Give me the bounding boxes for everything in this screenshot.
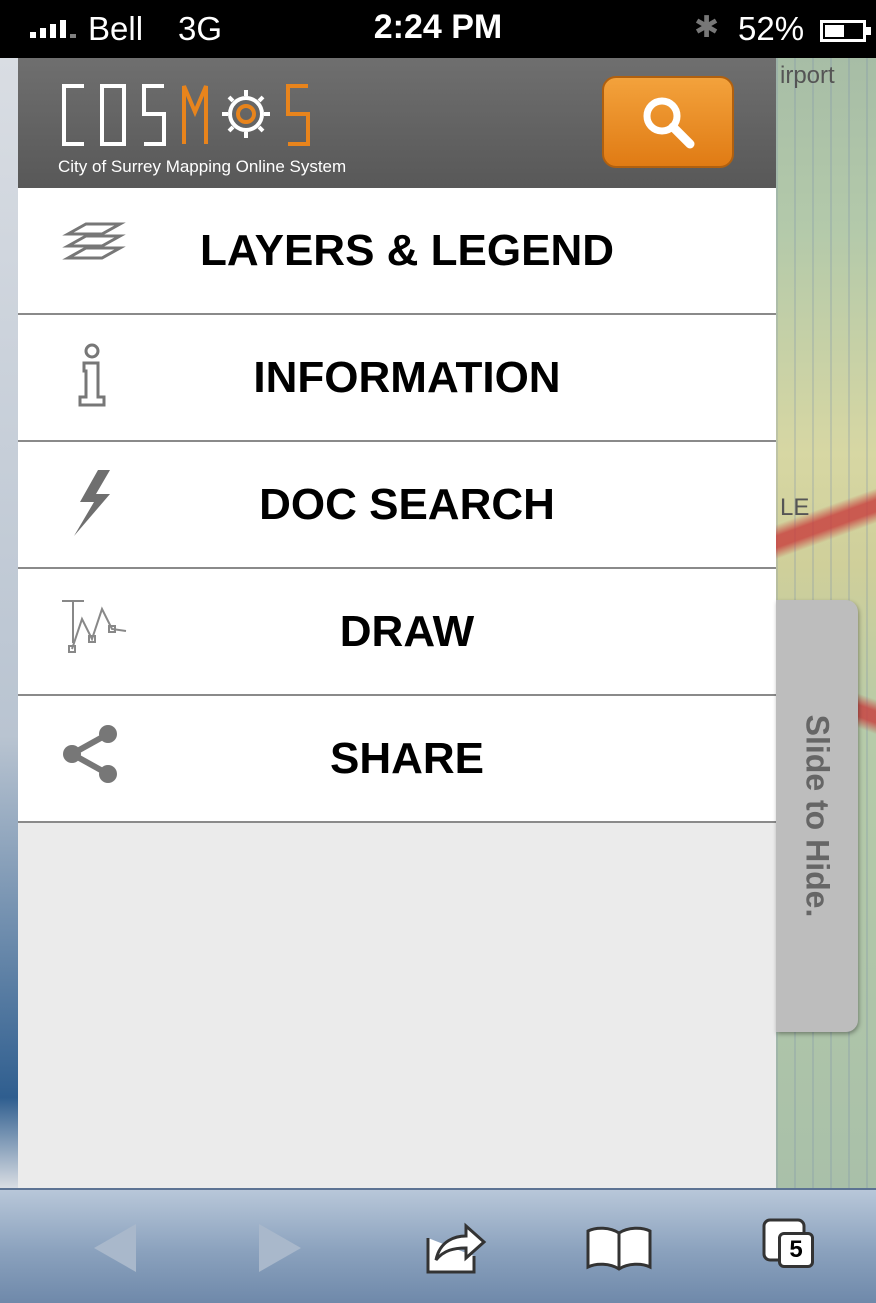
battery-percent: 52% [738, 10, 805, 47]
side-menu-panel: City of Surrey Mapping Online System LAY… [18, 58, 776, 1188]
cosmos-logo: City of Surrey Mapping Online System [58, 84, 346, 176]
map-label: LE [780, 494, 810, 521]
map-label: irport [780, 62, 835, 89]
tabs-button[interactable]: 5 [756, 1216, 826, 1280]
menu-list: LAYERS & LEGEND INFORMATION DOC SEARCH D… [18, 188, 776, 823]
menu-item-information[interactable]: INFORMATION [18, 315, 776, 442]
browser-toolbar: 5 [0, 1188, 876, 1303]
menu-item-label: DOC SEARCH [259, 480, 555, 529]
underlying-page-edge [0, 58, 18, 1188]
back-icon [94, 1224, 136, 1272]
open-tab-count: 5 [778, 1232, 814, 1268]
logo-subtitle: City of Surrey Mapping Online System [58, 157, 346, 176]
status-bar: Bell 3G 2:24 PM ✱ 52% [0, 0, 876, 58]
magnifier-icon [643, 97, 695, 149]
menu-item-layers-legend[interactable]: LAYERS & LEGEND [18, 188, 776, 315]
slide-to-hide-label: Slide to Hide. [799, 714, 836, 918]
forward-button[interactable] [245, 1216, 315, 1280]
bookmarks-icon [586, 1226, 652, 1271]
battery-icon [820, 20, 871, 42]
menu-header: City of Surrey Mapping Online System [18, 58, 776, 190]
menu-item-label: LAYERS & LEGEND [199, 226, 614, 275]
menu-item-doc-search[interactable]: DOC SEARCH [18, 442, 776, 569]
menu-item-share[interactable]: SHARE [18, 696, 776, 823]
share-action-button[interactable] [420, 1216, 490, 1280]
menu-item-label: SHARE [329, 734, 485, 783]
forward-icon [259, 1224, 301, 1272]
bookmarks-button[interactable] [584, 1216, 654, 1280]
search-button[interactable] [602, 76, 734, 168]
slide-to-hide-tab[interactable]: Slide to Hide. [776, 600, 858, 1032]
menu-item-label: DRAW [339, 607, 475, 656]
share-action-icon [426, 1222, 487, 1274]
menu-item-draw[interactable]: DRAW [18, 569, 776, 696]
back-button[interactable] [80, 1216, 150, 1280]
menu-item-label: INFORMATION [253, 353, 561, 402]
bluetooth-icon: ✱ [694, 11, 720, 44]
